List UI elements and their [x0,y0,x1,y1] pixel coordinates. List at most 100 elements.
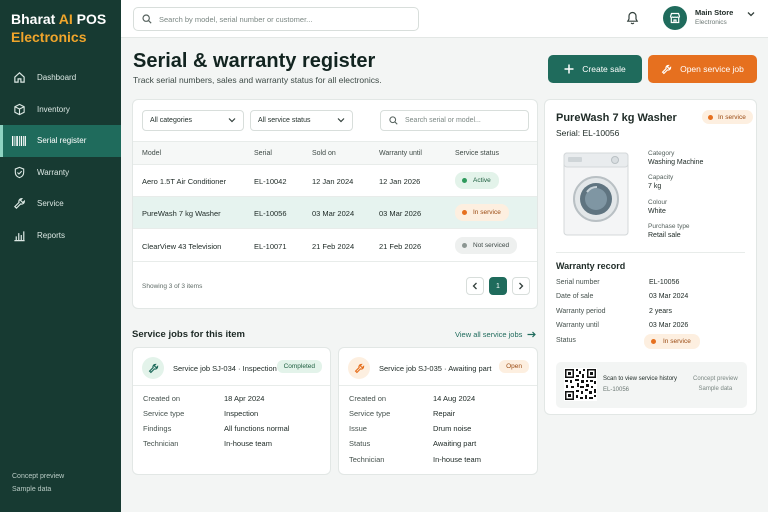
serial-table-card: All categories All service status Search… [132,99,538,309]
status-text: Active [473,177,491,184]
status-dot [708,114,713,120]
sidebar-item-service[interactable]: Service [0,188,121,220]
warranty-value: 2 years [649,308,672,315]
spec-value: 7 kg [648,183,662,190]
arrow-right-icon [527,331,537,338]
table-row-selected[interactable]: PureWash 7 kg Washer EL-10056 03 Mar 202… [133,197,537,229]
service-job-card[interactable]: Service job SJ-034 · Inspection Complete… [132,347,331,475]
wrench-icon [661,64,672,74]
chevron-left-icon [472,282,477,290]
cell-warranty-until: 12 Jan 2026 [379,177,421,186]
next-page-button[interactable] [512,277,530,295]
table-header: Model Serial Sold on Warranty until Serv… [133,141,537,165]
page-title: Serial & warranty register [133,50,376,72]
view-all-service-jobs-link[interactable]: View all service jobs [455,330,537,339]
column-header-warranty-until[interactable]: Warranty until [379,150,422,157]
column-header-model[interactable]: Model [142,150,161,157]
field-value: Repair [433,409,456,418]
field-label: Findings [143,424,172,433]
cell-sold-on: 12 Jan 2024 [312,177,354,186]
brand-subtitle: Electronics [11,29,87,45]
bar-chart-icon [12,228,26,242]
page-number-button[interactable]: 1 [489,277,507,295]
status-text: Not serviced [473,242,510,249]
search-icon [389,116,398,125]
field-value: All functions normal [224,424,290,433]
field-label: Service type [349,409,391,418]
sidebar-item-label: Serial register [37,136,87,146]
plus-icon [564,64,574,74]
view-all-label: View all service jobs [455,330,523,339]
page-subtitle: Track serial numbers, sales and warranty… [133,75,382,85]
status-badge: Not serviced [455,237,518,254]
field-value: 18 Apr 2024 [224,394,265,403]
column-header-service-status[interactable]: Service status [455,150,499,157]
qr-caption-line2: Sample data [698,386,733,392]
field-label: Technician [143,439,179,448]
sidebar-nav: Dashboard Inventory Serial register Warr… [0,62,121,251]
warranty-value: EL-10056 [649,279,680,286]
washing-machine-image [563,152,629,236]
sidebar-item-warranty[interactable]: Warranty [0,157,121,189]
sidebar-item-serial-register[interactable]: Serial register [0,125,121,157]
brand-name-ai: AI [58,11,73,27]
divider [133,385,330,386]
chevron-right-icon [519,282,524,290]
table-row[interactable]: ClearView 43 Television EL-10071 21 Feb … [133,230,537,262]
status-badge: In service [702,110,753,124]
chevron-down-icon [337,118,345,123]
field-label: Created on [143,394,181,403]
item-name: PureWash 7 kg Washer [556,112,677,124]
table-row[interactable]: Aero 1.5T Air Conditioner EL-10042 12 Ja… [133,165,537,197]
column-header-sold-on[interactable]: Sold on [312,150,336,157]
cell-model: Aero 1.5T Air Conditioner [142,177,227,186]
global-search-placeholder: Search by model, serial number or custom… [159,14,313,24]
store-switcher[interactable]: Main Store Electronics [663,6,755,30]
shield-check-icon [12,165,26,179]
store-subtitle: Electronics [695,19,727,26]
sidebar-item-dashboard[interactable]: Dashboard [0,62,121,94]
sidebar-item-inventory[interactable]: Inventory [0,94,121,126]
column-header-serial[interactable]: Serial [254,150,272,157]
service-job-card[interactable]: Service job SJ-035 · Awaiting part Open … [338,347,538,475]
spec-label: Category [648,150,675,157]
qr-service-history[interactable]: Scan to view service history EL-10056 Co… [556,362,747,408]
bell-icon[interactable] [626,11,639,27]
sidebar-footer-line1: Concept preview [12,473,65,480]
job-title: Service job SJ-034 · Inspection [173,363,277,373]
category-filter-select[interactable]: All categories [142,110,244,131]
qr-title: Scan to view service history [603,376,678,382]
status-text: In service [473,209,501,216]
store-icon [669,12,681,24]
search-icon [142,14,152,24]
open-service-job-button[interactable]: Open service job [648,55,757,83]
global-search-input[interactable]: Search by model, serial number or custom… [133,7,419,31]
brand-logo: Bharat AI POS Electronics [11,10,106,46]
barcode-icon [12,134,26,148]
sidebar-item-label: Warranty [37,167,70,177]
cell-serial: EL-10042 [254,177,287,186]
field-value: Drum noise [433,424,472,433]
service-status-filter-select[interactable]: All service status [250,110,353,131]
box-icon [12,102,26,116]
cell-sold-on: 03 Mar 2024 [312,209,355,218]
create-sale-button[interactable]: Create sale [548,55,642,83]
wrench-icon [12,197,26,211]
warranty-label: Serial number [556,279,600,286]
sidebar-item-reports[interactable]: Reports [0,220,121,252]
warranty-value: 03 Mar 2026 [649,322,689,329]
spec-value: Washing Machine [648,159,704,166]
field-label: Technician [349,455,385,464]
category-filter-value: All categories [150,117,193,124]
table-search-input[interactable]: Search serial or model... [380,110,529,131]
sidebar-footer-line2: Sample data [12,486,52,493]
prev-page-button[interactable] [466,277,484,295]
wrench-icon [348,357,370,379]
field-label: Issue [349,424,367,433]
warranty-label: Warranty period [556,308,606,315]
cell-model: PureWash 7 kg Washer [142,209,221,218]
warranty-label: Date of sale [556,293,594,300]
sidebar-item-label: Reports [37,230,66,240]
chevron-down-icon [747,12,755,17]
cell-serial: EL-10071 [254,242,287,251]
